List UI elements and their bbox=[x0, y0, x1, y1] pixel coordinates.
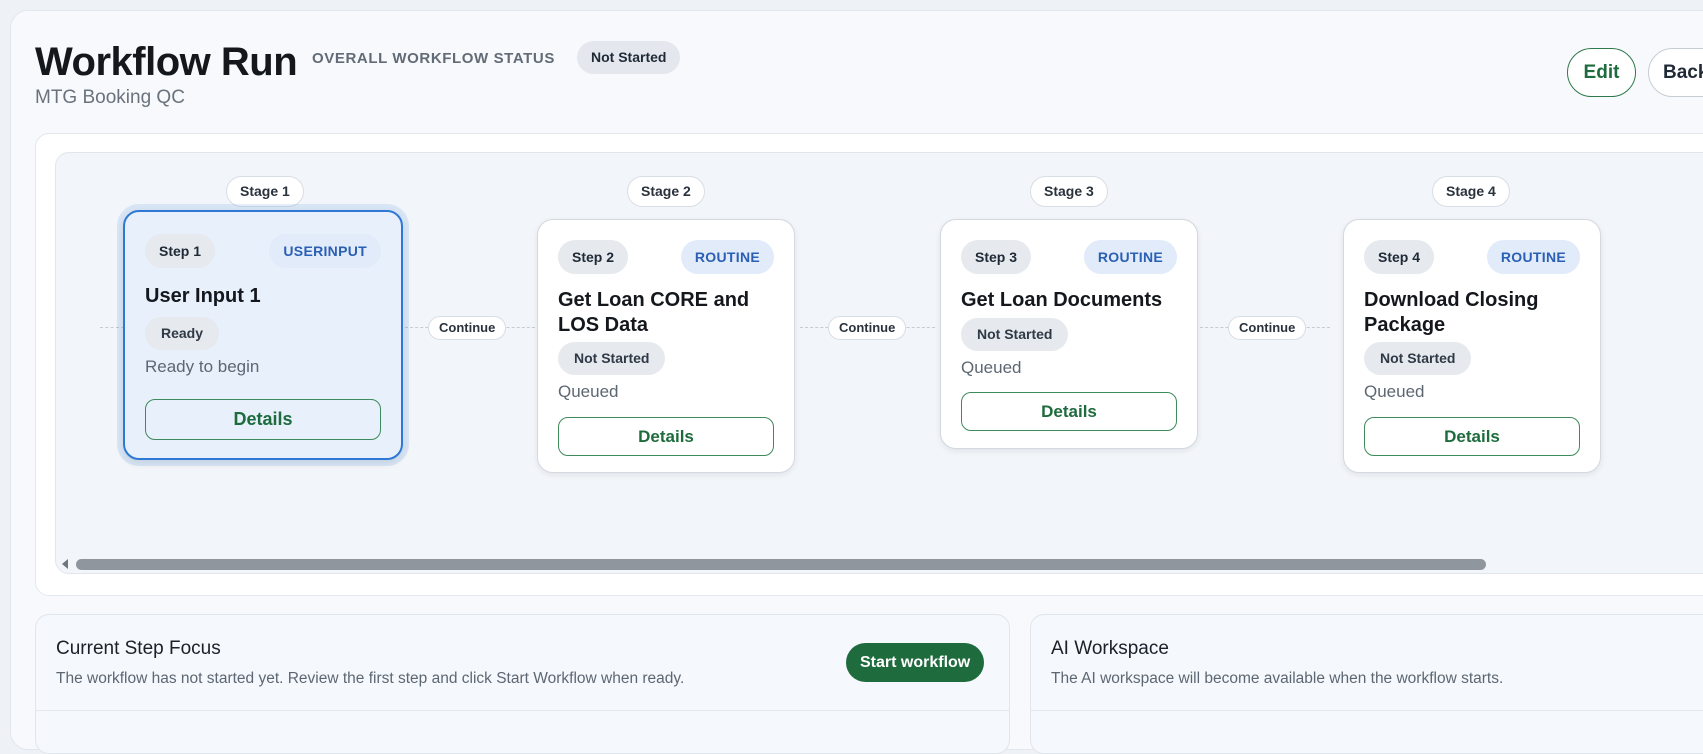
panel-title: AI Workspace bbox=[1051, 638, 1169, 659]
step-status-badge: Not Started bbox=[961, 318, 1069, 351]
continue-connector[interactable]: Continue bbox=[1228, 316, 1307, 340]
overall-status-label: OVERALL WORKFLOW STATUS bbox=[312, 50, 555, 67]
panel-description: The workflow has not started yet. Review… bbox=[56, 670, 685, 687]
ai-workspace-panel: AI Workspace The AI workspace will becom… bbox=[1030, 614, 1703, 754]
edit-button[interactable]: Edit bbox=[1567, 48, 1636, 97]
step-title: Download Closing Package bbox=[1364, 289, 1539, 336]
stage-label: Stage 1 bbox=[226, 176, 304, 207]
step-status-badge: Not Started bbox=[558, 342, 666, 375]
current-step-panel: Current Step Focus The workflow has not … bbox=[35, 614, 1010, 754]
details-button[interactable]: Details bbox=[558, 417, 774, 456]
scroll-left-arrow-icon[interactable] bbox=[62, 559, 68, 569]
overall-status-badge: Not Started bbox=[577, 41, 681, 74]
back-button[interactable]: Back bbox=[1648, 48, 1703, 97]
continue-connector[interactable]: Continue bbox=[828, 316, 907, 340]
details-button[interactable]: Details bbox=[1364, 417, 1580, 456]
panel-title: Current Step Focus bbox=[56, 638, 221, 659]
step-number-badge: Step 2 bbox=[558, 240, 629, 274]
page-title: Workflow Run bbox=[35, 40, 298, 84]
step-type-badge: ROUTINE bbox=[1083, 240, 1177, 274]
panel-divider bbox=[36, 710, 1009, 711]
horizontal-scrollbar-thumb[interactable] bbox=[76, 559, 1486, 570]
step-card-2[interactable]: Step 2 ROUTINE Get Loan CORE and LOS Dat… bbox=[537, 219, 795, 473]
step-status-badge: Not Started bbox=[1364, 342, 1472, 375]
stage-label: Stage 3 bbox=[1030, 176, 1108, 207]
start-workflow-button[interactable]: Start workflow bbox=[846, 643, 985, 682]
step-type-badge: ROUTINE bbox=[680, 240, 774, 274]
step-title: Get Loan CORE and LOS Data bbox=[558, 289, 750, 336]
step-number-badge: Step 4 bbox=[1364, 240, 1435, 274]
step-type-badge: USERINPUT bbox=[269, 234, 381, 268]
continue-connector[interactable]: Continue bbox=[428, 316, 507, 340]
details-button[interactable]: Details bbox=[145, 399, 381, 440]
stage-label: Stage 4 bbox=[1432, 176, 1510, 207]
step-number-badge: Step 1 bbox=[145, 234, 216, 268]
details-button[interactable]: Details bbox=[961, 392, 1177, 431]
step-status-badge: Ready bbox=[145, 317, 220, 350]
step-type-badge: ROUTINE bbox=[1486, 240, 1580, 274]
workflow-name: MTG Booking QC bbox=[35, 87, 185, 108]
panel-description: The AI workspace will become available w… bbox=[1051, 670, 1504, 687]
stage-label: Stage 2 bbox=[627, 176, 705, 207]
panel-divider bbox=[1031, 710, 1703, 711]
step-card-1[interactable]: Step 1 USERINPUT User Input 1 Ready Read… bbox=[123, 210, 403, 460]
step-title: Get Loan Documents bbox=[961, 289, 1163, 311]
step-title: User Input 1 bbox=[145, 285, 261, 307]
step-card-4[interactable]: Step 4 ROUTINE Download Closing Package … bbox=[1343, 219, 1601, 473]
step-number-badge: Step 3 bbox=[961, 240, 1032, 274]
step-card-3[interactable]: Step 3 ROUTINE Get Loan Documents Not St… bbox=[940, 219, 1198, 449]
step-status-text: Queued bbox=[961, 358, 1022, 377]
step-status-text: Queued bbox=[1364, 382, 1425, 401]
step-status-text: Queued bbox=[558, 382, 619, 401]
step-status-text: Ready to begin bbox=[145, 357, 260, 376]
